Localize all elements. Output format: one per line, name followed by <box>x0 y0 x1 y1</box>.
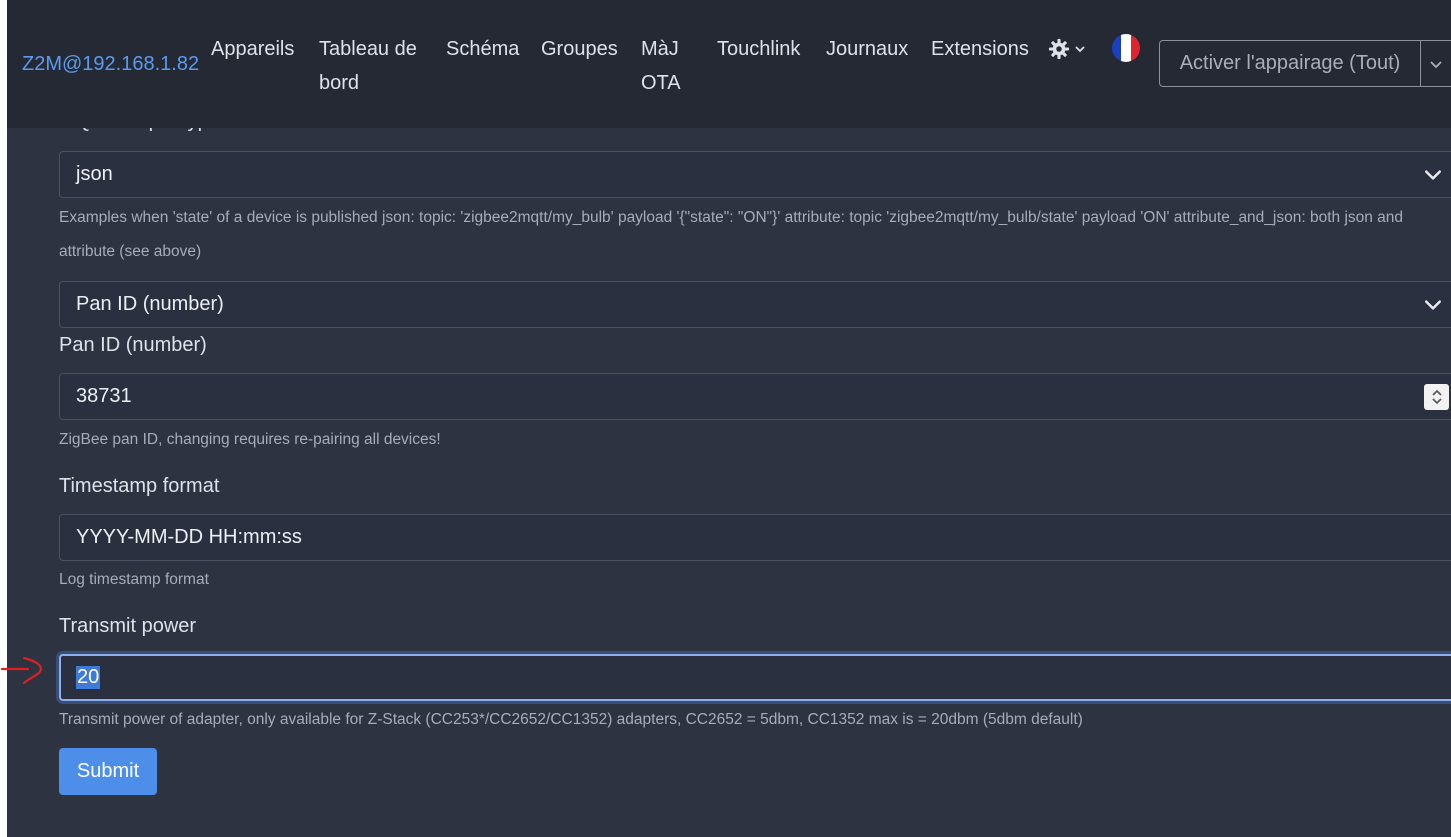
nav-item-tableau-de-bord[interactable]: Tableau de bord <box>319 32 417 100</box>
nav-item-label-line2: OTA <box>641 72 681 94</box>
navbar: Z2M@192.168.1.82 Appareils Tableau de bo… <box>7 0 1451 128</box>
chevron-down-icon[interactable] <box>1431 397 1443 405</box>
nav-item-label: Touchlink <box>717 38 801 60</box>
nav-item-label: Journaux <box>826 38 909 60</box>
timestamp-format-help: Log timestamp format <box>59 571 209 588</box>
mqtt-output-type-value: json <box>76 163 113 185</box>
nav-item-label: Tableau de <box>319 38 417 60</box>
chevron-down-icon <box>1075 46 1085 53</box>
pan-id-type-value: Pan ID (number) <box>76 293 224 315</box>
mqtt-output-type-select[interactable]: json <box>59 151 1451 198</box>
submit-button[interactable]: Submit <box>59 748 157 795</box>
enable-pairing-button[interactable]: Activer l'appairage (Tout) <box>1159 40 1421 87</box>
settings-dropdown[interactable] <box>1048 37 1090 61</box>
timestamp-format-input[interactable]: YYYY-MM-DD HH:mm:ss <box>59 514 1451 561</box>
nav-item-label: Groupes <box>541 38 618 60</box>
pan-id-label: Pan ID (number) <box>59 334 207 356</box>
timestamp-format-label: Timestamp format <box>59 475 220 497</box>
nav-item-maj-ota[interactable]: MàJ OTA <box>641 32 681 100</box>
chevron-down-icon <box>1425 170 1441 180</box>
nav-item-touchlink[interactable]: Touchlink <box>717 32 800 66</box>
gear-icon <box>1048 38 1070 60</box>
pan-id-type-select[interactable]: Pan ID (number) <box>59 281 1451 328</box>
mqtt-output-type-help: Examples when 'state' of a device is pub… <box>59 209 1404 260</box>
nav-item-label: MàJ <box>641 38 679 60</box>
nav-item-label-line2: bord <box>319 72 360 94</box>
pan-id-help: ZigBee pan ID, changing requires re-pair… <box>59 431 441 448</box>
transmit-power-label: Transmit power <box>59 615 197 637</box>
chevron-down-icon <box>1425 300 1441 310</box>
app-window: MQTT output type json Examples when 'sta… <box>7 0 1451 837</box>
chevron-down-icon <box>1430 60 1442 68</box>
nav-item-journaux[interactable]: Journaux <box>826 32 908 66</box>
nav-item-schema[interactable]: Schéma <box>446 32 519 66</box>
transmit-power-help: Transmit power of adapter, only availabl… <box>59 711 1083 728</box>
brand-link[interactable]: Z2M@192.168.1.82 <box>22 53 199 76</box>
pan-id-input[interactable]: 38731 <box>59 373 1451 420</box>
nav-item-appareils[interactable]: Appareils <box>211 32 294 66</box>
transmit-power-value: 20 <box>76 666 101 689</box>
timestamp-format-value: YYYY-MM-DD HH:mm:ss <box>76 526 302 548</box>
transmit-power-input[interactable]: 20 <box>59 654 1451 701</box>
nav-item-label: Schéma <box>446 38 520 60</box>
number-spinner[interactable] <box>1424 384 1449 410</box>
chevron-up-icon[interactable] <box>1431 389 1443 397</box>
nav-item-label: Extensions <box>931 38 1029 60</box>
france-flag-icon[interactable] <box>1112 34 1140 62</box>
pan-id-value: 38731 <box>76 385 132 407</box>
annotation-arrow-icon <box>0 656 42 685</box>
nav-item-label: Appareils <box>211 38 295 60</box>
nav-item-extensions[interactable]: Extensions <box>931 32 1029 66</box>
pairing-dropdown-toggle[interactable] <box>1420 40 1451 87</box>
nav-item-groupes[interactable]: Groupes <box>541 32 618 66</box>
